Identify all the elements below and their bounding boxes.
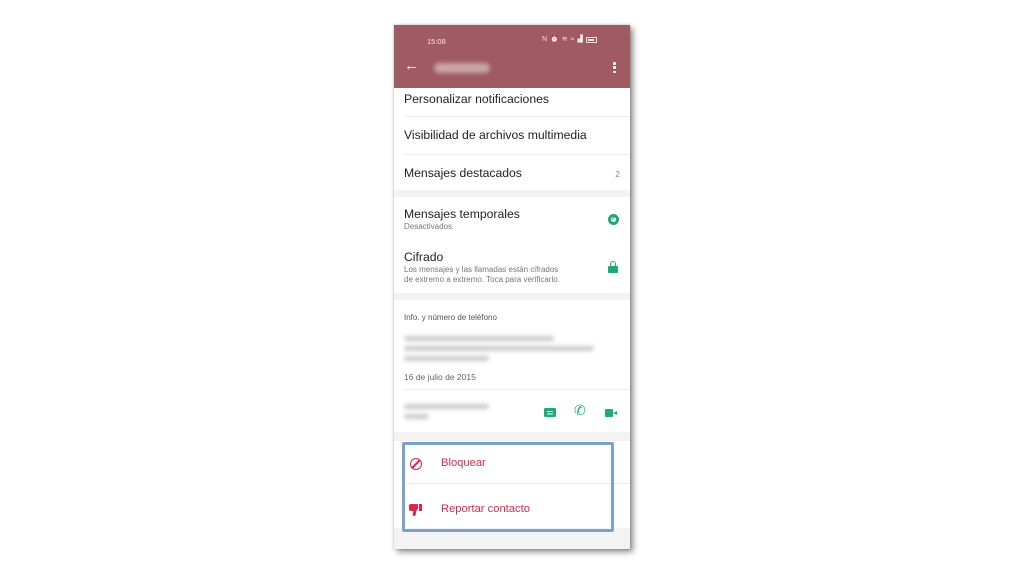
phone-number-row[interactable] xyxy=(394,390,630,432)
status-icons: N ⏰ ≋ ≈ ▟ xyxy=(542,35,597,45)
about-text-blurred xyxy=(404,356,489,361)
phone-type-blurred xyxy=(404,414,429,419)
message-icon[interactable] xyxy=(544,408,556,417)
encryption-description-1: Los mensajes y las llamadas están cifrad… xyxy=(404,265,559,274)
block-row[interactable]: Bloquear xyxy=(394,441,630,483)
encryption-label: Cifrado xyxy=(404,250,444,264)
about-section-label: Info. y número de teléfono xyxy=(404,313,497,322)
about-date: 16 de julio de 2015 xyxy=(404,372,476,382)
bottom-band xyxy=(394,528,630,549)
vibrate-icon: ≋ xyxy=(561,36,568,43)
nfc-icon: N xyxy=(542,36,548,43)
media-visibility-label: Visibilidad de archivos multimedia xyxy=(404,128,587,142)
disappearing-messages-label: Mensajes temporales xyxy=(404,207,520,221)
starred-messages-row[interactable]: Mensajes destacados 2 xyxy=(394,155,630,190)
report-contact-label: Reportar contacto xyxy=(441,503,530,515)
report-contact-row[interactable]: Reportar contacto xyxy=(394,484,630,528)
section-gap xyxy=(394,190,630,197)
more-vertical-icon[interactable] xyxy=(613,62,616,73)
block-label: Bloquear xyxy=(441,457,486,469)
thumbs-down-icon xyxy=(409,504,423,516)
starred-messages-label: Mensajes destacados xyxy=(404,166,522,180)
phone-screen: 15:08 N ⏰ ≋ ≈ ▟ ← Personalizar notificac… xyxy=(394,25,630,549)
disappearing-messages-status: Desactivados xyxy=(404,222,453,231)
about-text-blurred xyxy=(404,346,594,351)
status-time: 15:08 xyxy=(427,37,446,46)
starred-count: 2 xyxy=(615,169,620,179)
phone-number-blurred xyxy=(404,404,489,409)
block-icon xyxy=(410,458,422,470)
phone-icon[interactable]: ✆ xyxy=(574,403,586,417)
battery-icon xyxy=(585,37,597,43)
custom-notifications-label: Personalizar notificaciones xyxy=(404,92,549,106)
app-bar: 15:08 N ⏰ ≋ ≈ ▟ ← xyxy=(394,25,630,88)
disappearing-messages-row[interactable]: Mensajes temporales Desactivados xyxy=(394,197,630,237)
video-call-icon[interactable] xyxy=(605,409,617,417)
lock-icon xyxy=(608,261,618,273)
wifi-icon: ≈ xyxy=(570,36,575,43)
signal-icon: ▟ xyxy=(577,36,583,43)
arrow-left-icon[interactable]: ← xyxy=(404,58,419,73)
timer-icon xyxy=(608,214,619,225)
alarm-icon: ⏰ xyxy=(550,36,559,43)
contact-name-blurred xyxy=(434,63,490,73)
media-visibility-row[interactable]: Visibilidad de archivos multimedia xyxy=(394,117,630,154)
custom-notifications-row[interactable]: Personalizar notificaciones xyxy=(394,88,630,116)
encryption-row[interactable]: Cifrado Los mensajes y las llamadas está… xyxy=(394,237,630,293)
section-gap xyxy=(394,432,630,441)
section-gap xyxy=(394,293,630,300)
about-text-blurred xyxy=(404,336,554,341)
encryption-description-2: de extremo a extremo. Toca para verifica… xyxy=(404,275,560,284)
